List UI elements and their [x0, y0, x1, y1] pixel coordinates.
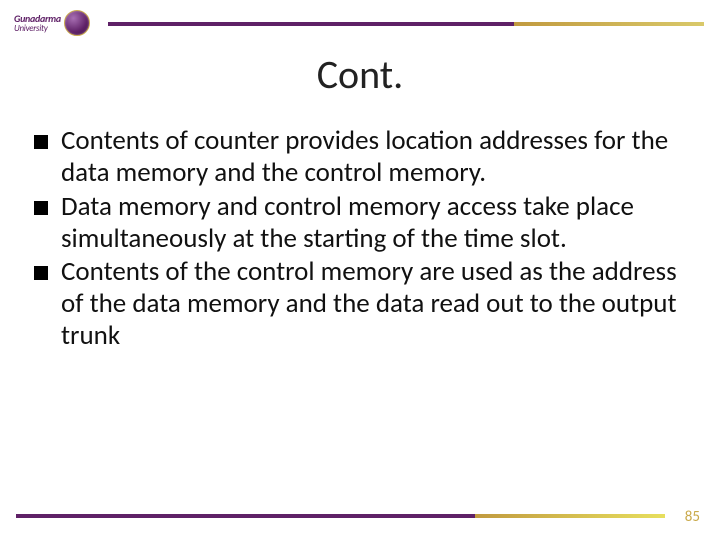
top-divider-accent — [514, 22, 704, 26]
bullet-icon — [34, 135, 48, 149]
logo-text: Gunadarma University — [14, 14, 61, 33]
page-number: 85 — [685, 508, 700, 526]
bullet-text: Contents of the control memory are used … — [61, 256, 682, 352]
bottom-divider-accent — [475, 514, 665, 518]
list-item: Data memory and control memory access ta… — [34, 191, 682, 255]
slide-title: Cont. — [0, 50, 720, 99]
university-logo: Gunadarma University — [14, 6, 104, 40]
list-item: Contents of the control memory are used … — [34, 256, 682, 352]
content-area: Contents of counter provides location ad… — [34, 125, 682, 354]
bullet-icon — [34, 201, 48, 215]
list-item: Contents of counter provides location ad… — [34, 125, 682, 189]
logo-seal-icon — [64, 10, 90, 36]
logo-subtitle: University — [14, 24, 61, 33]
bullet-text: Contents of counter provides location ad… — [61, 125, 682, 189]
bullet-icon — [34, 266, 48, 280]
bullet-text: Data memory and control memory access ta… — [61, 191, 682, 255]
